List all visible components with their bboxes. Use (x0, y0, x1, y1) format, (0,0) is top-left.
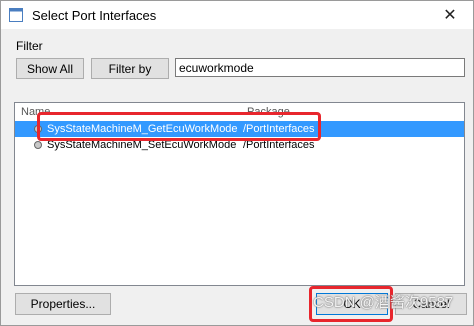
window-title: Select Port Interfaces (32, 7, 157, 23)
cancel-button[interactable]: Cancel (395, 293, 467, 315)
interface-icon (34, 141, 42, 149)
list-item-name: SysStateMachineM_GetEcuWorkMode (47, 123, 238, 135)
show-all-button[interactable]: Show All (16, 58, 84, 79)
list-item[interactable]: SysStateMachineM_SetEcuWorkMode /PortInt… (15, 137, 464, 153)
select-port-interfaces-dialog: Select Port Interfaces ✕ Filter Show All… (0, 0, 474, 326)
list-item-package: /PortInterfaces (243, 139, 315, 151)
filter-input[interactable] (175, 58, 465, 77)
column-header-name[interactable]: Name (21, 106, 50, 118)
title-bar: Select Port Interfaces ✕ (1, 1, 473, 29)
list-item-package: /PortInterfaces (243, 123, 315, 135)
list-item-name: SysStateMachineM_SetEcuWorkMode (47, 139, 237, 151)
properties-button[interactable]: Properties... (15, 293, 111, 315)
column-header-package[interactable]: Package (247, 106, 290, 118)
dialog-icon (8, 7, 24, 23)
list-header: Name Package (15, 103, 464, 121)
filter-group-label: Filter (16, 39, 43, 53)
filter-by-button[interactable]: Filter by (91, 58, 169, 79)
port-interface-list[interactable]: Name Package SysStateMachineM_GetEcuWork… (14, 102, 465, 286)
list-item[interactable]: SysStateMachineM_GetEcuWorkMode /PortInt… (15, 121, 464, 137)
interface-icon (34, 125, 42, 133)
ok-button[interactable]: OK (316, 293, 388, 315)
close-icon[interactable]: ✕ (427, 1, 473, 29)
